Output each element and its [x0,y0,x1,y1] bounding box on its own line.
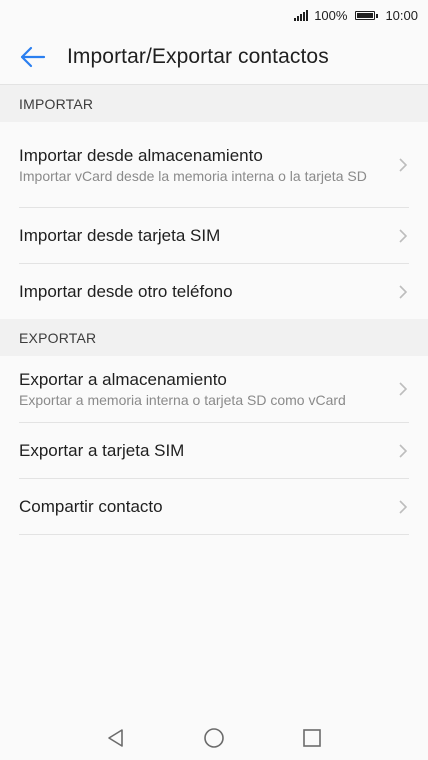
section-header-export: EXPORTAR [0,319,428,356]
arrow-left-icon [20,46,46,68]
app-bar: Importar/Exportar contactos [0,30,428,85]
signal-icon [294,9,309,21]
item-label: Exportar a almacenamiento [19,370,227,389]
page-title: Importar/Exportar contactos [67,45,329,68]
item-subtitle: Exportar a memoria interna o tarjeta SD … [19,392,346,408]
chevron-right-icon [399,382,408,396]
nav-back-button[interactable] [105,727,127,749]
chevron-right-icon [399,157,408,172]
battery-percent: 100% [314,7,348,23]
clock: 10:00 [385,7,418,23]
chevron-right-icon [399,499,408,514]
item-label: Compartir contacto [19,496,163,516]
list-item-import-sim[interactable]: Importar desde tarjeta SIM [19,208,409,264]
item-subtitle: Importar vCard desde la memoria interna … [19,167,367,184]
back-button[interactable] [18,42,48,72]
item-label: Exportar a tarjeta SIM [19,440,185,460]
list-item-export-storage[interactable]: Exportar a almacenamiento Exportar a mem… [19,356,409,423]
recents-square-icon [303,729,321,747]
screen: 100% 10:00 Importar/Exportar contactos I… [0,0,428,760]
chevron-right-icon [399,228,408,243]
section-header-import: IMPORTAR [0,85,428,122]
nav-home-button[interactable] [203,727,225,749]
navigation-bar [0,716,428,760]
chevron-right-icon [399,443,408,458]
list-item-export-sim[interactable]: Exportar a tarjeta SIM [19,423,409,479]
nav-recents-button[interactable] [301,727,323,749]
list-item-share-contact[interactable]: Compartir contacto [19,479,409,535]
item-label: Importar desde otro teléfono [19,281,233,301]
item-label: Importar desde tarjeta SIM [19,225,221,245]
back-triangle-icon [108,729,123,747]
home-circle-icon [204,728,224,748]
list-item-import-other-phone[interactable]: Importar desde otro teléfono [19,264,409,319]
list-item-import-storage[interactable]: Importar desde almacenamiento Importar v… [19,122,409,208]
battery-icon [355,10,379,20]
settings-list: IMPORTAR Importar desde almacenamiento I… [0,85,428,535]
status-bar: 100% 10:00 [0,0,428,30]
chevron-right-icon [399,284,408,299]
item-label: Importar desde almacenamiento [19,145,263,165]
